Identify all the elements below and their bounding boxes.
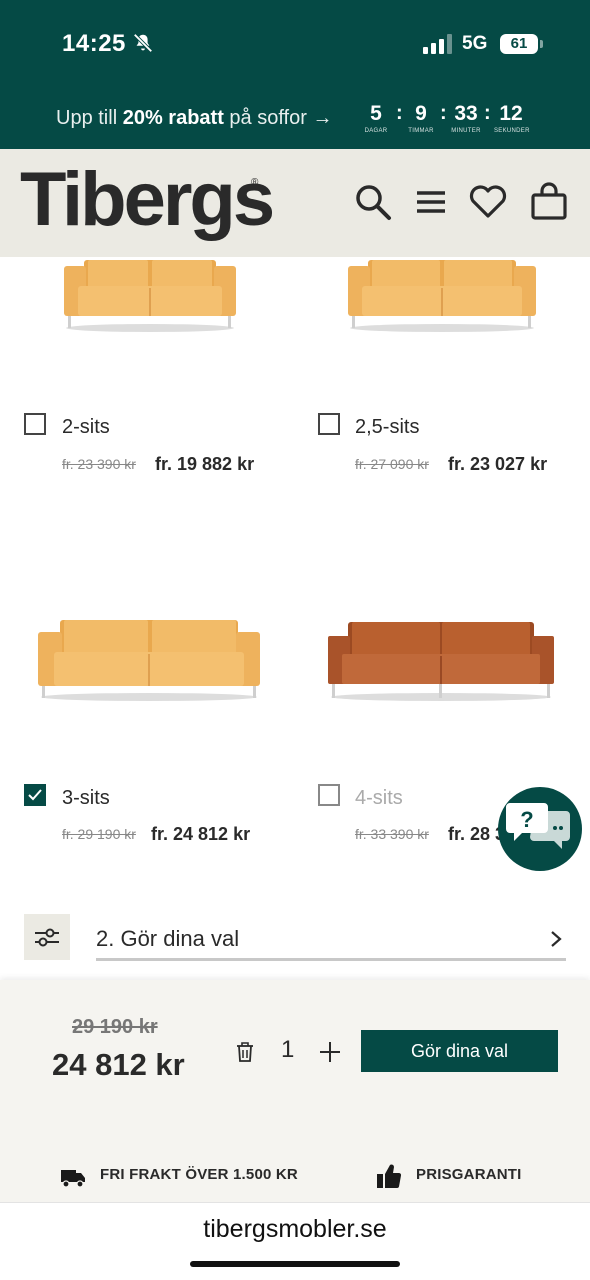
promo-text[interactable]: Upp till 20% rabatt på soffor → xyxy=(56,107,332,130)
home-indicator[interactable] xyxy=(190,1261,400,1267)
status-bar: 14:25 5G 61 xyxy=(0,0,590,90)
chevron-right-icon[interactable] xyxy=(546,928,566,950)
registered-mark: ® xyxy=(251,177,259,188)
chat-question-mark: ? xyxy=(520,807,533,832)
signal-icon xyxy=(423,34,452,54)
usp-price-guarantee: PRISGARANTI xyxy=(416,1166,522,1183)
heart-icon[interactable] xyxy=(468,182,508,222)
checkbox-2-5-sits[interactable] xyxy=(318,413,340,435)
total-old-price: 29 190 kr xyxy=(72,1016,158,1038)
product-old-price: fr. 33 390 kr xyxy=(355,826,429,842)
product-price: fr. 28 3 xyxy=(448,824,506,844)
filter-button[interactable] xyxy=(24,914,70,960)
countdown-separator: : xyxy=(484,102,491,124)
network-type: 5G xyxy=(462,33,488,54)
product-label[interactable]: 4-sits xyxy=(355,787,403,810)
usp-free-shipping: FRI FRAKT ÖVER 1.500 KR xyxy=(100,1166,298,1183)
countdown-days: 5 DAGAR xyxy=(364,102,388,134)
truck-icon xyxy=(61,1170,85,1188)
product-old-price: fr. 27 090 kr xyxy=(355,456,429,472)
step-title[interactable]: 2. Gör dina val xyxy=(96,926,239,952)
product-label[interactable]: 2-sits xyxy=(62,416,110,439)
make-choices-button[interactable]: Gör dina val xyxy=(361,1030,558,1072)
search-icon[interactable] xyxy=(353,182,393,222)
product-price: fr. 19 882 kr xyxy=(155,454,255,474)
countdown-minutes: 33 MINUTER xyxy=(451,102,481,134)
product-price: fr. 23 027 kr xyxy=(448,454,548,474)
tibergs-logo[interactable]: Tibergs xyxy=(20,160,275,240)
promo-banner[interactable]: Upp till 20% rabatt på soffor → 5 DAGAR :… xyxy=(0,100,590,140)
plus-icon[interactable] xyxy=(318,1040,342,1064)
product-old-price: fr. 29 190 kr xyxy=(62,826,136,842)
sliders-icon xyxy=(35,928,59,947)
countdown-separator: : xyxy=(396,102,403,124)
battery-nub xyxy=(540,40,543,48)
product-old-price: fr. 23 390 kr xyxy=(62,456,136,472)
checkbox-2-sits[interactable] xyxy=(24,413,46,435)
battery-indicator: 61 xyxy=(500,34,538,54)
countdown-separator: : xyxy=(440,102,447,124)
top-banner: 14:25 5G 61 Upp till 20% rabatt på soffo… xyxy=(0,0,590,149)
product-price: fr. 24 812 kr xyxy=(151,824,251,844)
chat-help-icon: ? xyxy=(506,803,570,849)
cart-icon[interactable] xyxy=(529,182,569,222)
trash-icon[interactable] xyxy=(234,1040,256,1064)
countdown-hours: 9 TIMMAR xyxy=(408,102,434,134)
step-divider xyxy=(96,958,566,961)
quantity-value[interactable]: 1 xyxy=(281,1036,294,1064)
product-label[interactable]: 3-sits xyxy=(62,787,110,810)
product-label[interactable]: 2,5-sits xyxy=(355,416,419,439)
sofa-image-3-sits[interactable] xyxy=(36,612,262,704)
chat-help-button[interactable]: ? xyxy=(498,787,582,871)
menu-icon[interactable] xyxy=(411,182,451,222)
sofa-image-4-sits[interactable] xyxy=(326,612,556,704)
checkbox-4-sits[interactable] xyxy=(318,784,340,806)
checkmark-icon xyxy=(28,789,42,801)
countdown-seconds: 12 SEKUNDER xyxy=(494,102,530,134)
checkbox-3-sits[interactable] xyxy=(24,784,46,806)
total-price: 24 812 kr xyxy=(52,1047,185,1082)
bell-slash-icon xyxy=(133,33,153,53)
status-time: 14:25 xyxy=(62,30,126,57)
thumbs-up-icon xyxy=(377,1164,402,1189)
browser-url[interactable]: tibergsmobler.se xyxy=(0,1215,590,1244)
